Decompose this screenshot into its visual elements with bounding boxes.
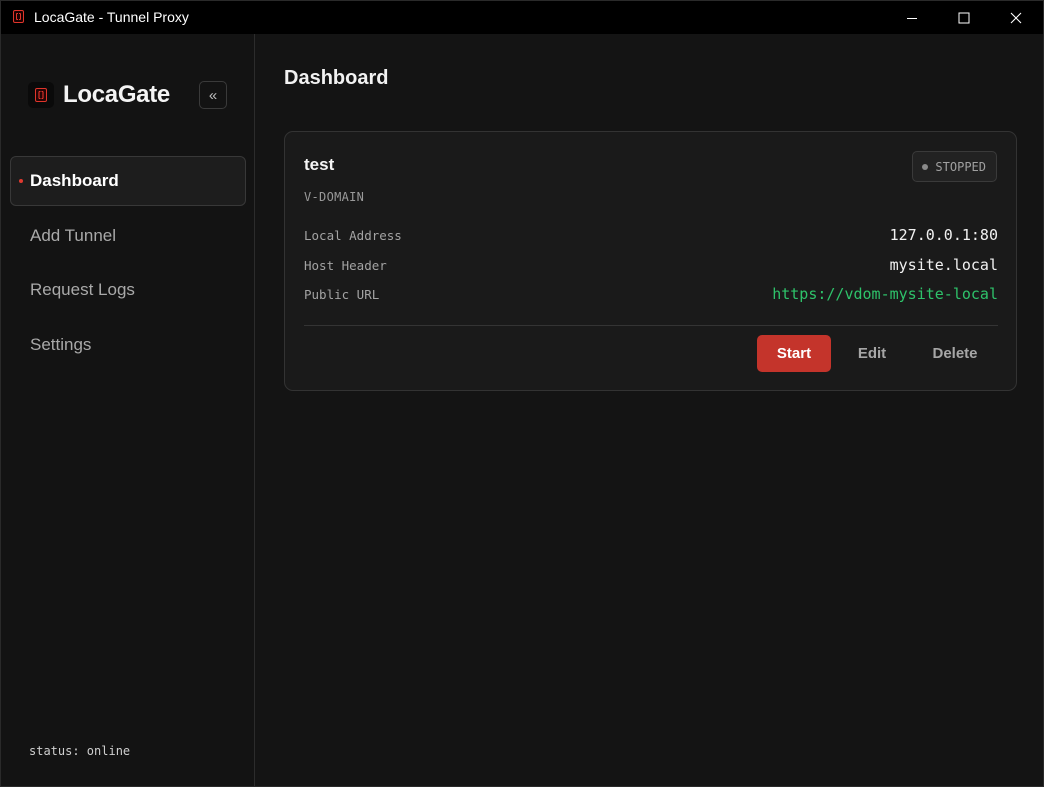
app-window: LocaGate - Tunnel Proxy LocaGate « Dashb… (0, 0, 1044, 787)
locagate-logo-icon (28, 82, 54, 108)
sidebar-item-dashboard[interactable]: Dashboard (10, 156, 246, 206)
minimize-icon (907, 17, 917, 19)
maximize-button[interactable] (938, 1, 990, 34)
title-bar: LocaGate - Tunnel Proxy (1, 1, 1043, 34)
sidebar-item-label: Request Logs (30, 280, 135, 299)
active-indicator-dot (19, 179, 23, 183)
start-button[interactable]: Start (757, 335, 831, 372)
brand-name: LocaGate (63, 81, 170, 108)
maximize-icon (958, 12, 970, 23)
main-content: Dashboard test V-DOMAIN STOPPED Local Ad… (256, 34, 1043, 786)
tunnel-card: test V-DOMAIN STOPPED Local Address 127.… (284, 131, 1017, 391)
collapse-sidebar-button[interactable]: « (199, 81, 227, 109)
edit-button[interactable]: Edit (831, 335, 913, 372)
page-title: Dashboard (284, 67, 389, 89)
local-address-value: 127.0.0.1:80 (889, 226, 998, 244)
tunnel-name: test (304, 155, 335, 174)
status-badge: STOPPED (912, 151, 997, 182)
field-local-address: Local Address 127.0.0.1:80 (304, 226, 998, 246)
status-badge-label: STOPPED (935, 159, 986, 174)
sidebar-item-add-tunnel[interactable]: Add Tunnel (10, 211, 246, 261)
tunnel-type: V-DOMAIN (304, 190, 365, 204)
field-label: Local Address (304, 228, 402, 243)
close-button[interactable] (990, 1, 1042, 34)
field-label: Host Header (304, 258, 387, 273)
field-host-header: Host Header mysite.local (304, 256, 998, 276)
public-url-link[interactable]: https://vdom-mysite-local (772, 285, 998, 303)
close-icon (1010, 12, 1022, 23)
app-icon (13, 10, 24, 23)
connection-status: status: online (29, 744, 131, 758)
sidebar: LocaGate « Dashboard Add Tunnel Request … (1, 34, 255, 786)
card-divider (304, 325, 998, 326)
sidebar-nav: Dashboard Add Tunnel Request Logs Settin… (10, 156, 246, 374)
tunnel-actions: Start Edit Delete (757, 335, 997, 372)
delete-button[interactable]: Delete (913, 335, 997, 372)
window-title: LocaGate - Tunnel Proxy (34, 9, 189, 25)
sidebar-item-label: Settings (30, 334, 92, 354)
sidebar-item-settings[interactable]: Settings (10, 320, 246, 370)
sidebar-item-request-logs[interactable]: Request Logs (10, 265, 246, 315)
field-public-url: Public URL https://vdom-mysite-local (304, 285, 998, 305)
brand: LocaGate (28, 81, 170, 109)
host-header-value: mysite.local (889, 256, 998, 274)
double-chevron-left-icon: « (208, 86, 218, 104)
minimize-button[interactable] (886, 1, 938, 34)
field-label: Public URL (304, 287, 380, 302)
sidebar-item-label: Add Tunnel (30, 225, 117, 245)
sidebar-item-label: Dashboard (30, 171, 119, 190)
status-dot-icon (922, 163, 929, 170)
